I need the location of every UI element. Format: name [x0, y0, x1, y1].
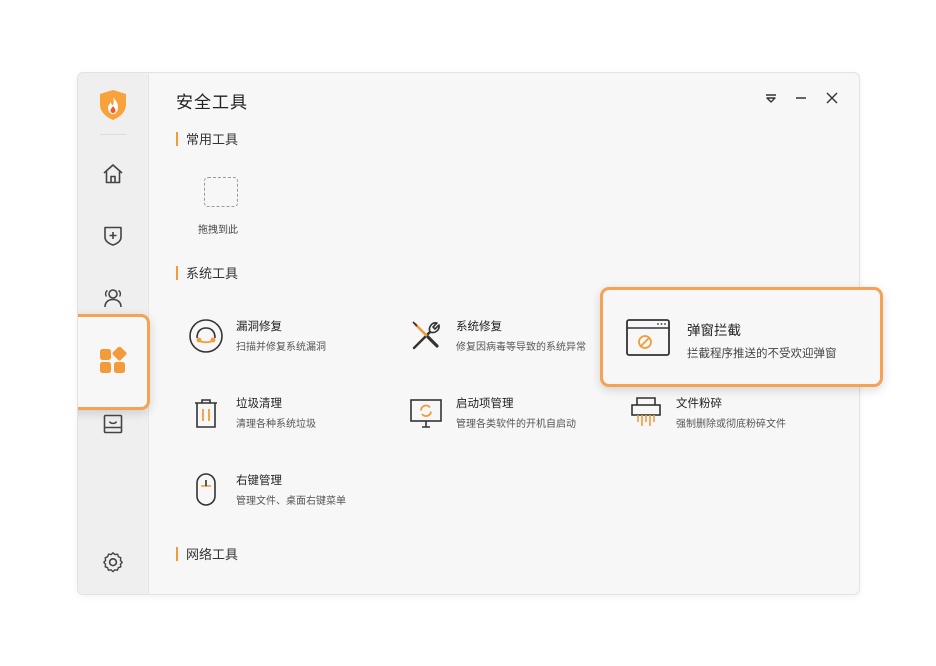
- apps-grid-icon: [100, 347, 127, 373]
- section-title: 网络工具: [186, 548, 239, 563]
- section-accent-bar: [176, 265, 178, 280]
- inbox-icon: [103, 414, 123, 434]
- mouse-icon: [188, 472, 224, 508]
- tool-junk-clean[interactable]: 垃圾清理 清理各种系统垃圾: [188, 393, 388, 437]
- tool-description: 修复因病毒等导致的系统异常: [456, 342, 586, 353]
- menu-icon: [766, 94, 776, 103]
- drop-slot[interactable]: [204, 177, 238, 207]
- sidebar-item-accounts[interactable]: [93, 278, 133, 318]
- sidebar-item-box[interactable]: [93, 404, 133, 444]
- tool-context-menu-manager[interactable]: 右键管理 管理文件、桌面右键菜单: [188, 470, 388, 514]
- tool-popup-block[interactable]: 弹窗拦截 拦截程序推送的不受欢迎弹窗: [600, 287, 883, 387]
- tool-startup-manager[interactable]: 启动项管理 管理各类软件的开机自启动: [408, 393, 608, 437]
- tool-name: 文件粉碎: [676, 396, 722, 410]
- close-icon: [826, 92, 838, 104]
- startup-monitor-icon: [408, 395, 444, 431]
- tool-description: 拦截程序推送的不受欢迎弹窗: [687, 346, 837, 360]
- settings-icon: [103, 552, 123, 573]
- vulnerability-icon: [188, 318, 224, 354]
- tool-description: 清理各种系统垃圾: [236, 419, 316, 430]
- shredder-icon: [628, 395, 664, 431]
- tool-name: 系统修复: [456, 319, 502, 333]
- page-title: 安全工具: [176, 93, 248, 113]
- section-accent-bar: [176, 131, 178, 146]
- shield-plus-icon: [104, 226, 122, 246]
- tool-name: 弹窗拦截: [687, 323, 741, 339]
- section-title: 系统工具: [186, 267, 239, 282]
- minimize-icon: [796, 97, 806, 99]
- tool-vulnerability-fix[interactable]: 漏洞修复 扫描并修复系统漏洞: [188, 316, 388, 360]
- home-icon: [103, 164, 123, 184]
- minimize-button[interactable]: [790, 87, 812, 109]
- section-title: 常用工具: [186, 133, 239, 148]
- wrench-screwdriver-icon: [408, 318, 444, 354]
- sidebar: [78, 73, 150, 594]
- section-heading-common: 常用工具: [176, 129, 238, 148]
- sidebar-item-settings[interactable]: [93, 542, 133, 582]
- menu-button[interactable]: [760, 87, 782, 109]
- tool-name: 垃圾清理: [236, 396, 282, 410]
- section-accent-bar: [176, 546, 178, 561]
- section-heading-system: 系统工具: [176, 263, 238, 282]
- sidebar-item-tools[interactable]: [93, 341, 133, 381]
- tool-name: 漏洞修复: [236, 319, 282, 333]
- tool-name: 右键管理: [236, 473, 282, 487]
- tool-name: 启动项管理: [456, 396, 514, 410]
- sidebar-item-protection[interactable]: [93, 216, 133, 256]
- tool-description: 强制删除或彻底粉碎文件: [676, 419, 786, 430]
- tool-description: 管理文件、桌面右键菜单: [236, 496, 346, 507]
- trash-icon: [188, 395, 224, 431]
- close-button[interactable]: [821, 87, 843, 109]
- tool-system-repair[interactable]: 系统修复 修复因病毒等导致的系统异常: [408, 316, 608, 360]
- section-heading-network: 网络工具: [176, 544, 238, 563]
- sidebar-divider: [100, 134, 126, 135]
- tool-description: 扫描并修复系统漏洞: [236, 342, 326, 353]
- tool-description: 管理各类软件的开机自启动: [456, 419, 576, 430]
- shield-flame-logo: [98, 89, 128, 121]
- tool-file-shredder[interactable]: 文件粉碎 强制删除或彻底粉碎文件: [628, 393, 828, 437]
- popup-block-icon: [625, 318, 671, 358]
- users-icon: [104, 289, 122, 308]
- drop-slot-label: 拖拽到此: [198, 225, 238, 236]
- sidebar-item-home[interactable]: [93, 154, 133, 194]
